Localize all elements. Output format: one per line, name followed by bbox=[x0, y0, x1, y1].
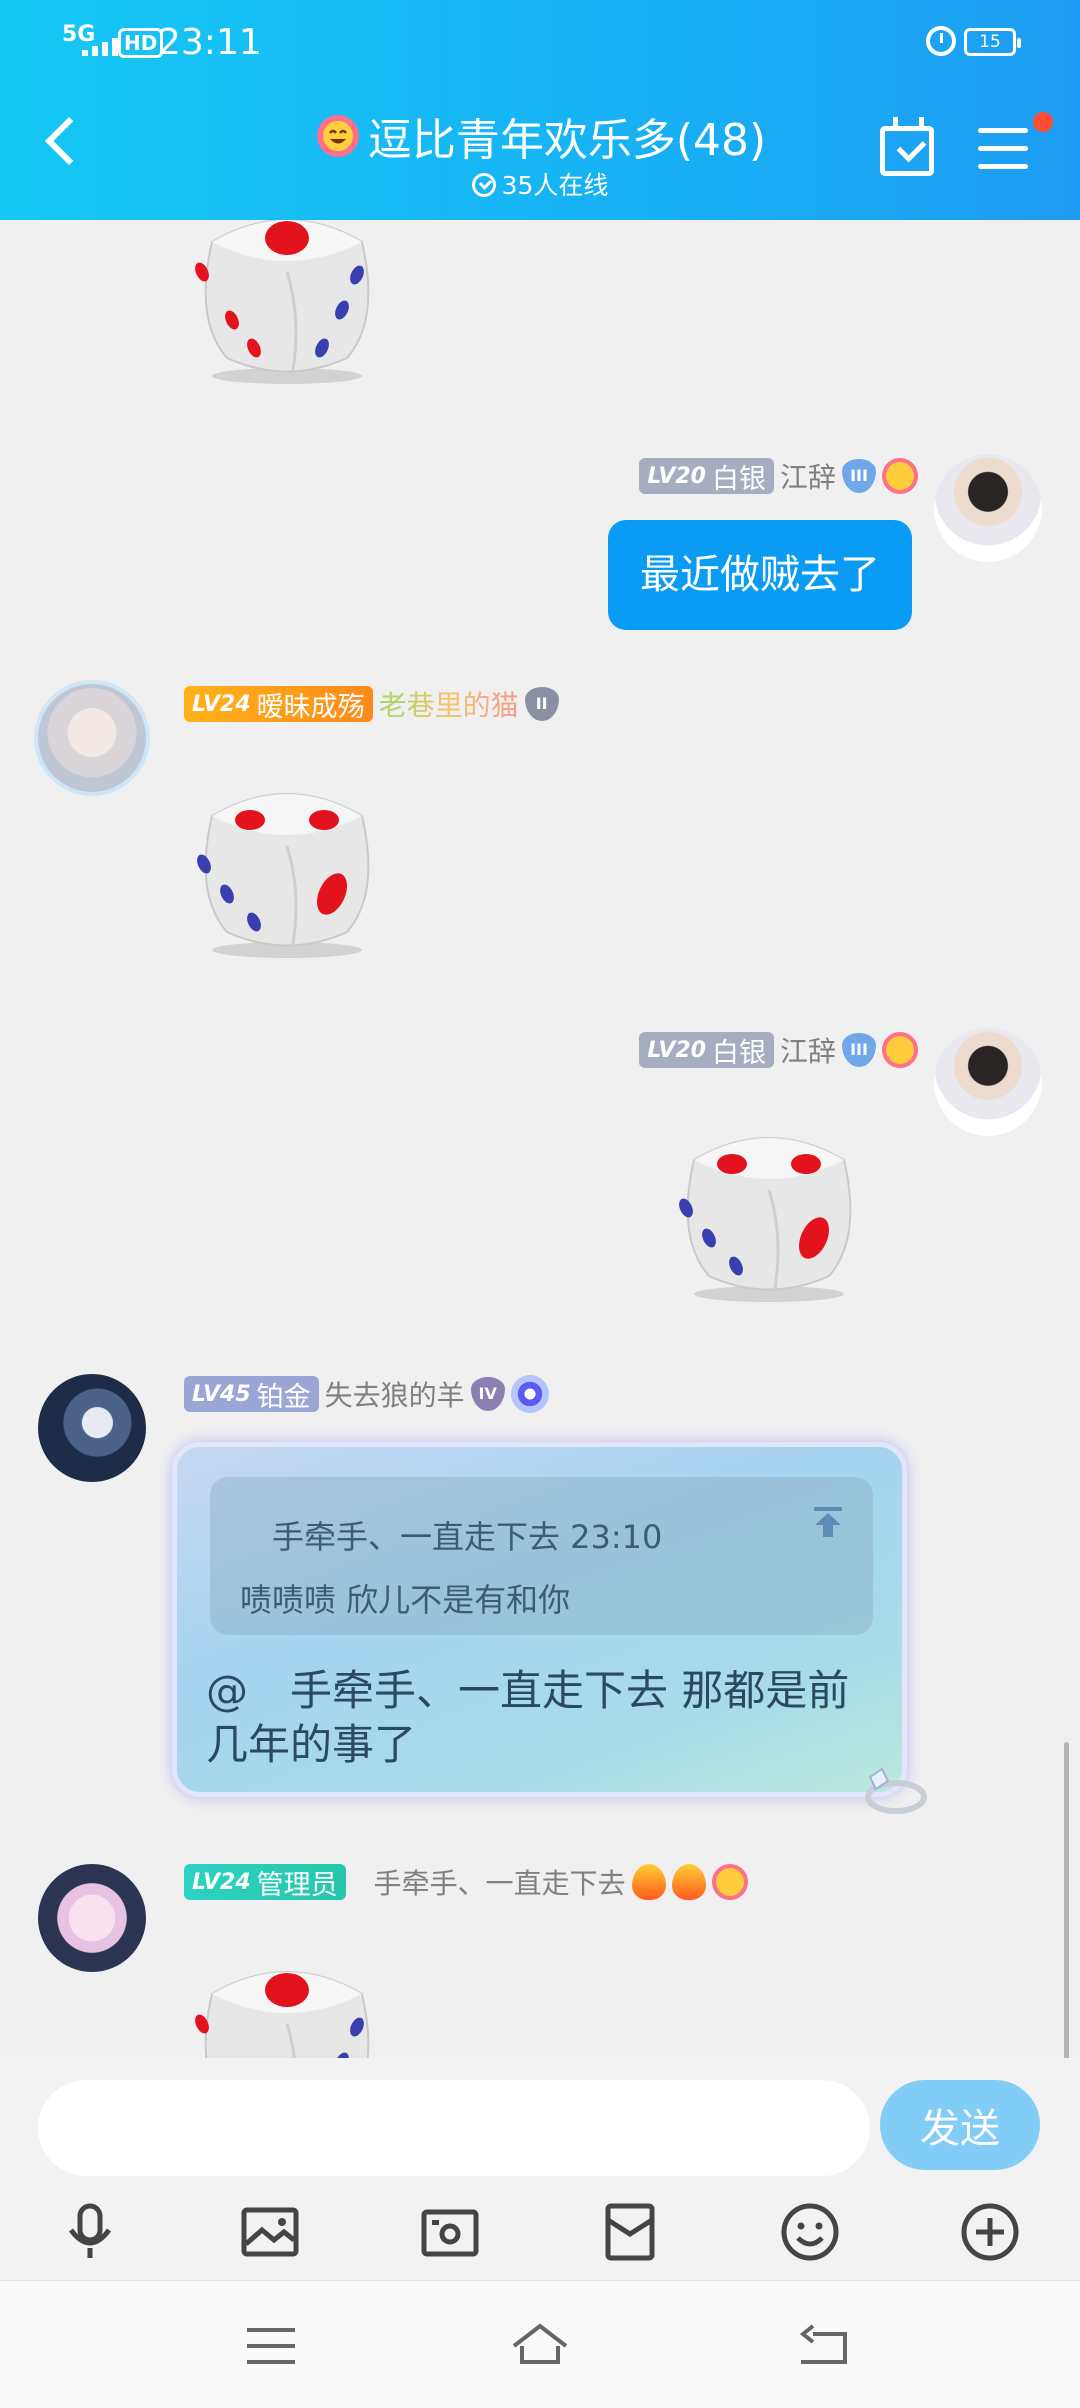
status-bar: 5G HD 23:11 15 bbox=[0, 0, 1080, 84]
reply-text: @ 手牵手、一直走下去 那都是前几年的事了 bbox=[206, 1666, 850, 1769]
group-title[interactable]: 逗比青年欢乐多(48) bbox=[314, 104, 766, 168]
sender-name[interactable]: 手牵手、一直走下去 bbox=[374, 1862, 626, 1902]
level-number: LV24 bbox=[192, 1869, 251, 1895]
dice-pip bbox=[717, 1154, 747, 1174]
hd-badge: HD bbox=[118, 28, 164, 58]
red-packet-icon[interactable] bbox=[594, 2196, 666, 2268]
sender-name[interactable]: 老巷里的猫 bbox=[379, 684, 519, 724]
chat-header: 5G HD 23:11 15 逗比青年欢乐多(48) 35人在线 bbox=[0, 0, 1080, 220]
sender-info: LV24 暧昧成殇 老巷里的猫 II bbox=[184, 684, 559, 724]
message-list[interactable]: LV20 白银 江辞 III 最近做贼去了 LV24 暧昧成殇 老巷里的猫 II L… bbox=[0, 220, 1080, 2058]
level-number: LV20 bbox=[647, 1037, 706, 1063]
swirl-badge-icon bbox=[510, 1375, 549, 1413]
vip-shield-icon: II bbox=[524, 687, 559, 721]
camera-icon[interactable] bbox=[414, 2196, 486, 2268]
level-title: 暧昧成殇 bbox=[256, 691, 365, 723]
avatar[interactable] bbox=[934, 1028, 1042, 1136]
rocket-badge-icon bbox=[631, 1864, 666, 1900]
avatar[interactable] bbox=[38, 1864, 146, 1972]
level-badge: LV20 白银 bbox=[639, 458, 774, 495]
smile-badge-icon bbox=[882, 458, 918, 494]
level-title: 白银 bbox=[711, 463, 766, 495]
online-check-icon bbox=[471, 173, 496, 197]
back-nav-icon[interactable] bbox=[790, 2311, 860, 2381]
menu-nav-icon[interactable] bbox=[236, 2311, 306, 2381]
battery-icon: 15 bbox=[964, 28, 1021, 56]
dice-pip bbox=[791, 1154, 821, 1174]
sender-info: LV20 白银 江辞 III bbox=[639, 1030, 918, 1070]
dice-pip bbox=[235, 810, 265, 830]
microphone-icon[interactable] bbox=[54, 2196, 126, 2268]
level-title: 铂金 bbox=[256, 1381, 311, 1413]
online-count: 35人在线 bbox=[501, 171, 609, 200]
level-number: LV24 bbox=[192, 691, 251, 717]
level-number: LV45 bbox=[192, 1381, 251, 1407]
dice-sticker[interactable] bbox=[182, 220, 392, 390]
dice-pip bbox=[265, 1973, 309, 2007]
level-title: 白银 bbox=[711, 1037, 766, 1069]
calendar-check-icon[interactable] bbox=[880, 117, 934, 176]
vip-shield-icon: III bbox=[842, 1033, 876, 1067]
dice-pip bbox=[265, 221, 309, 255]
quoted-message[interactable]: 手牵手、一直走下去 23:10 啧啧啧 欣儿不是有和你 bbox=[210, 1477, 873, 1635]
jump-to-top-icon[interactable] bbox=[811, 1505, 845, 1539]
send-button[interactable]: 发送 bbox=[880, 2080, 1040, 2170]
menu-icon[interactable] bbox=[978, 112, 1053, 170]
avatar[interactable] bbox=[38, 1374, 146, 1482]
vip-shield-icon: IV bbox=[470, 1377, 505, 1411]
sender-info: LV24 管理员 手牵手、一直走下去 bbox=[184, 1862, 748, 1902]
level-badge: LV24 管理员 bbox=[184, 1864, 346, 1901]
dice-sticker[interactable] bbox=[664, 1098, 874, 1308]
sender-info: LV45 铂金 失去狼的羊 IV bbox=[184, 1374, 549, 1414]
avatar[interactable] bbox=[38, 684, 146, 792]
notification-dot bbox=[1033, 112, 1053, 132]
level-badge: LV20 白银 bbox=[639, 1032, 774, 1069]
quote-header: 手牵手、一直走下去 23:10 bbox=[272, 1518, 663, 1556]
plus-icon[interactable] bbox=[954, 2196, 1026, 2268]
input-bar: 发送 bbox=[0, 2058, 1080, 2280]
level-badge: LV24 暧昧成殇 bbox=[184, 686, 373, 723]
system-nav-bar bbox=[0, 2280, 1080, 2408]
sender-name[interactable]: 失去狼的羊 bbox=[325, 1374, 465, 1414]
smile-badge-icon bbox=[882, 1032, 918, 1068]
signal-icon bbox=[82, 34, 118, 56]
quote-text: 啧啧啧 欣儿不是有和你 bbox=[240, 1581, 571, 1619]
avatar[interactable] bbox=[934, 454, 1042, 562]
dice-sticker[interactable] bbox=[182, 1932, 392, 2058]
level-badge: LV45 铂金 bbox=[184, 1376, 319, 1413]
message-input[interactable] bbox=[38, 2080, 870, 2176]
sender-name[interactable]: 江辞 bbox=[780, 1030, 836, 1070]
fire-badge-icon bbox=[671, 1864, 706, 1900]
scrollbar[interactable] bbox=[1064, 1742, 1069, 2058]
image-icon[interactable] bbox=[234, 2196, 306, 2268]
level-title: 管理员 bbox=[256, 1869, 338, 1901]
sender-name[interactable]: 江辞 bbox=[780, 456, 836, 496]
grinning-face-icon bbox=[316, 115, 359, 157]
group-title-text: 逗比青年欢乐多(48) bbox=[367, 115, 767, 166]
emoji-icon[interactable] bbox=[774, 2196, 846, 2268]
vip-shield-icon: III bbox=[842, 459, 876, 493]
home-nav-icon[interactable] bbox=[505, 2311, 575, 2381]
alarm-icon bbox=[926, 26, 956, 56]
status-time: 23:11 bbox=[158, 22, 262, 63]
level-number: LV20 bbox=[647, 463, 706, 489]
message-bubble[interactable]: 最近做贼去了 bbox=[608, 520, 912, 630]
dice-sticker[interactable] bbox=[182, 754, 392, 964]
smile-badge-icon bbox=[711, 1864, 748, 1900]
toolbar bbox=[0, 2186, 1080, 2280]
diamond-ring-icon bbox=[865, 1767, 927, 1814]
dice-pip bbox=[309, 810, 339, 830]
sender-info: LV20 白银 江辞 III bbox=[639, 456, 918, 496]
reply-bubble[interactable]: 手牵手、一直走下去 23:10 啧啧啧 欣儿不是有和你 @ 手牵手、一直走下去 … bbox=[172, 1442, 907, 1797]
